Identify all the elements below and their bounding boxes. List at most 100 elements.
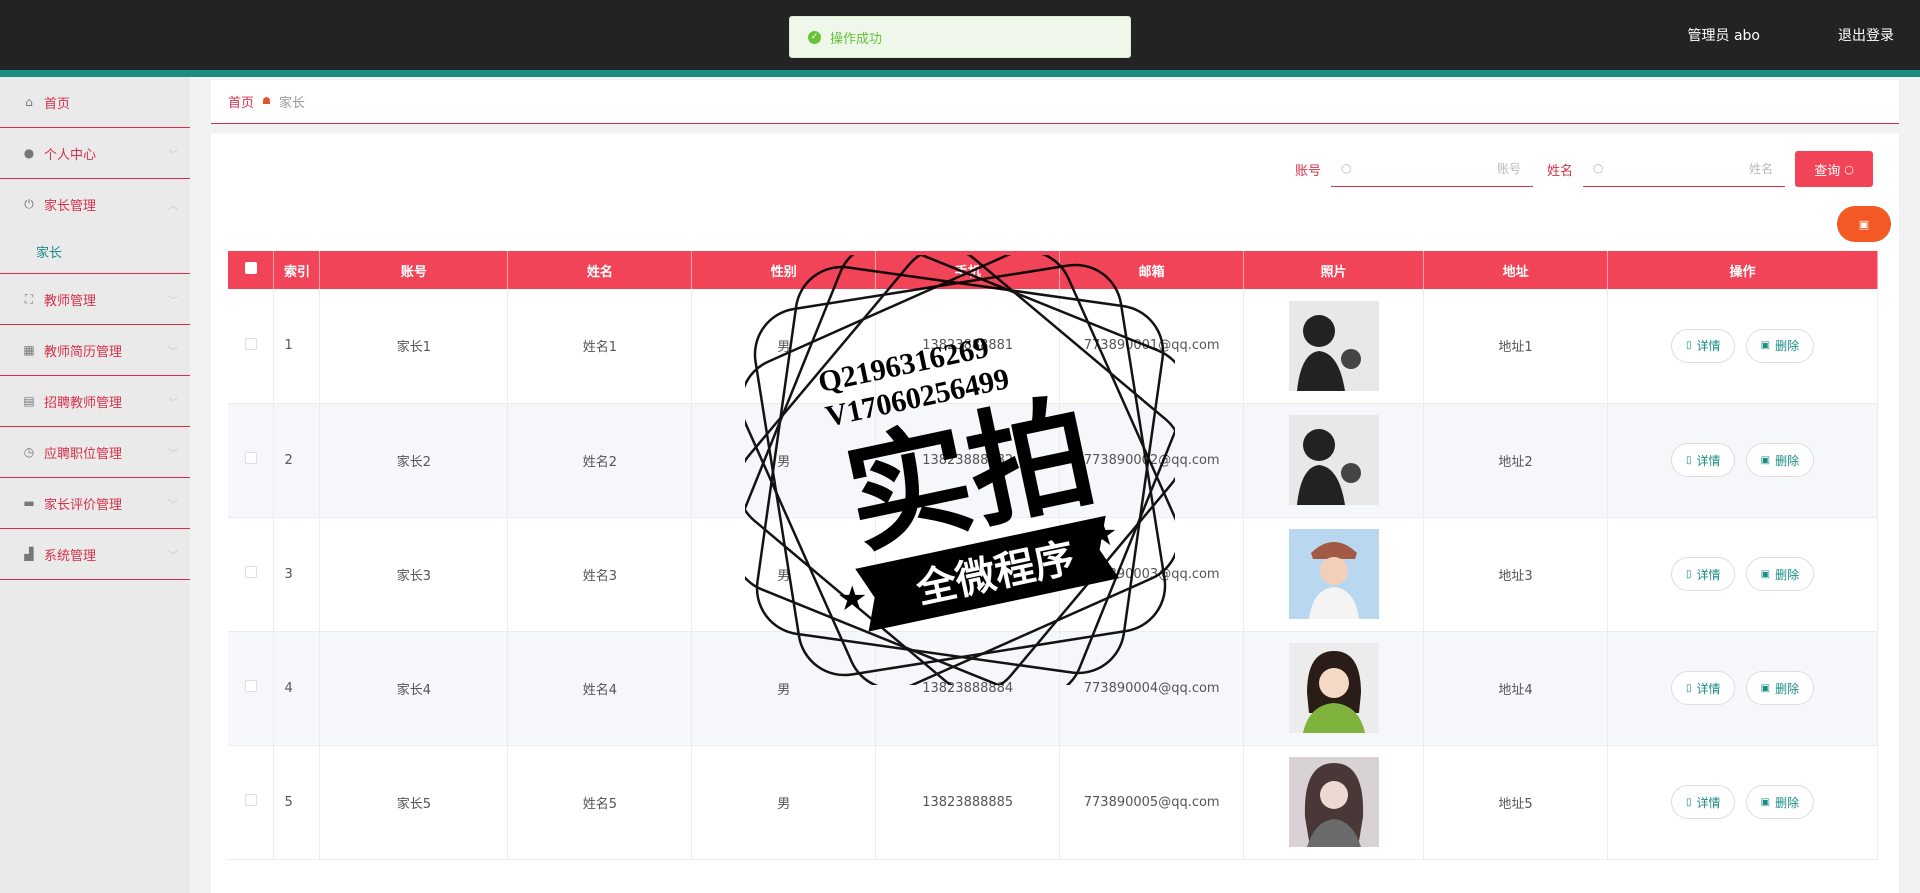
sidebar-item-label: 首页 xyxy=(44,96,71,112)
row-checkbox[interactable] xyxy=(244,452,257,464)
chart-icon: ▤ xyxy=(23,394,35,408)
photo-thumbnail[interactable] xyxy=(1288,415,1379,505)
document-icon: ▯ xyxy=(1685,796,1692,808)
phone-cell: 13823888884 xyxy=(875,631,1061,746)
briefcase-icon: ▬ xyxy=(23,496,35,510)
delete-button[interactable]: ▣ 删除 xyxy=(1745,671,1815,705)
detail-button[interactable]: ▯ 详情 xyxy=(1670,671,1736,705)
gender-cell: 男 xyxy=(691,631,877,746)
name-cell: 姓名1 xyxy=(507,289,693,404)
name-cell: 姓名3 xyxy=(507,517,693,632)
detail-button[interactable]: ▯ 详情 xyxy=(1670,328,1736,363)
name-search-field: ○ xyxy=(1583,151,1785,187)
sidebar-item-label: 应聘职位管理 xyxy=(44,446,123,462)
column-header: 索引 xyxy=(273,251,321,289)
index-cell: 4 xyxy=(273,631,321,746)
sidebar-item-teacher-management[interactable]: ⛶ 教师管理 ﹀ xyxy=(0,274,190,325)
chevron-up-icon: ︿ xyxy=(168,201,178,212)
actions-cell: ▯ 详情 ▣ 删除 xyxy=(1607,403,1878,518)
fullscreen-icon: ⛶ xyxy=(24,291,34,306)
sidebar-subitem-parent[interactable]: 家长 xyxy=(0,230,190,274)
sidebar-item-application-management[interactable]: ◷ 应聘职位管理 ﹀ xyxy=(0,427,190,478)
photo-cell xyxy=(1243,517,1425,632)
detail-button[interactable]: ▯ 详情 xyxy=(1670,785,1736,819)
search-icon: ○ xyxy=(1340,161,1352,175)
detail-button[interactable]: ▯ 详情 xyxy=(1670,443,1736,477)
sidebar-item-recruit-management[interactable]: ▤ 招聘教师管理 ﹀ xyxy=(0,376,190,427)
row-checkbox[interactable] xyxy=(244,680,257,692)
breadcrumb: 首页 ☗ 家长 xyxy=(211,80,1899,124)
document-icon: ▯ xyxy=(1685,682,1692,694)
photo-thumbnail[interactable] xyxy=(1288,300,1379,391)
select-all-cell xyxy=(228,251,275,289)
account-label: 账号 xyxy=(1294,163,1321,179)
sidebar-item-review-management[interactable]: ▬ 家长评价管理 ﹀ xyxy=(0,478,190,529)
power-icon: ⏻ xyxy=(24,197,34,211)
actions-cell: ▯ 详情 ▣ 删除 xyxy=(1607,289,1878,404)
detail-button-label: 详情 xyxy=(1696,681,1721,696)
photo-thumbnail[interactable] xyxy=(1288,757,1379,847)
column-header: 姓名 xyxy=(507,251,693,289)
batch-delete-button[interactable]: ▣ xyxy=(1837,206,1891,242)
account-cell: 家长1 xyxy=(319,289,509,404)
row-checkbox[interactable] xyxy=(244,566,257,578)
delete-button-label: 删除 xyxy=(1775,795,1800,810)
photo-cell xyxy=(1243,289,1425,404)
trash-icon: ▣ xyxy=(1760,454,1771,466)
parent-table: 索引 账号 姓名 性别 手机 邮箱 照片 地址 操作 1 家长1 姓名1 男 1… xyxy=(228,251,1878,860)
search-icon: ○ xyxy=(1844,162,1854,176)
query-button[interactable]: 查询 ○ xyxy=(1795,151,1873,187)
photo-thumbnail[interactable] xyxy=(1288,643,1379,733)
table-row: 1 家长1 姓名1 男 13823888881 773890001@qq.com… xyxy=(228,289,1878,404)
address-cell: 地址5 xyxy=(1423,745,1609,860)
account-search-input[interactable] xyxy=(1330,151,1533,186)
phone-cell: 13823888883 xyxy=(875,517,1061,632)
email-cell: 773890004@qq.com xyxy=(1059,631,1245,746)
email-cell: 773890005@qq.com xyxy=(1059,745,1245,860)
sidebar-item-resume-management[interactable]: ▦ 教师简历管理 ﹀ xyxy=(0,325,190,376)
name-search-input[interactable] xyxy=(1583,151,1785,186)
detail-button-label: 详情 xyxy=(1696,795,1721,810)
delete-button[interactable]: ▣ 删除 xyxy=(1745,557,1815,591)
delete-button[interactable]: ▣ 删除 xyxy=(1745,785,1815,819)
column-header: 手机 xyxy=(875,251,1061,289)
search-bar: 账号 ○ 姓名 ○ 查询 ○ xyxy=(1281,151,1873,187)
delete-button[interactable]: ▣ 删除 xyxy=(1745,443,1815,477)
address-cell: 地址1 xyxy=(1423,289,1609,404)
row-checkbox[interactable] xyxy=(244,794,257,806)
breadcrumb-home[interactable]: 首页 xyxy=(228,92,254,111)
document-icon: ▯ xyxy=(1685,340,1692,352)
account-cell: 家长3 xyxy=(319,517,509,632)
delete-button-label: 删除 xyxy=(1775,339,1800,354)
sidebar-item-system-management[interactable]: ▟ 系统管理 ﹀ xyxy=(0,529,190,580)
table-row: 2 家长2 姓名2 男 13823888882 773890002@qq.com… xyxy=(228,403,1878,518)
column-header: 性别 xyxy=(691,251,877,289)
photo-thumbnail[interactable] xyxy=(1288,529,1379,619)
delete-button[interactable]: ▣ 删除 xyxy=(1745,328,1815,363)
delete-button-label: 删除 xyxy=(1775,567,1800,582)
sidebar-item-home[interactable]: ⌂ 首页 xyxy=(0,77,190,128)
row-select-cell xyxy=(228,631,275,746)
trash-icon: ▣ xyxy=(1760,682,1771,694)
select-all-checkbox[interactable] xyxy=(244,262,257,274)
column-header: 地址 xyxy=(1423,251,1609,289)
sidebar-item-parent-management[interactable]: ⏻ 家长管理 ︿ xyxy=(0,179,190,230)
detail-button[interactable]: ▯ 详情 xyxy=(1670,557,1736,591)
name-cell: 姓名2 xyxy=(507,403,693,518)
trash-icon: ▣ xyxy=(1858,217,1870,231)
column-header: 操作 xyxy=(1607,251,1878,289)
sidebar-item-personal-center[interactable]: ● 个人中心 ﹀ xyxy=(0,128,190,179)
row-select-cell xyxy=(228,289,275,404)
phone-cell: 13823888885 xyxy=(875,745,1061,860)
breadcrumb-separator-icon: ☗ xyxy=(262,96,271,107)
photo-cell xyxy=(1243,631,1425,746)
chevron-down-icon: ﹀ xyxy=(168,550,178,562)
trash-icon: ▣ xyxy=(1760,340,1771,352)
row-checkbox[interactable] xyxy=(244,337,257,350)
toast-message: 操作成功 xyxy=(830,31,883,47)
logout-link[interactable]: 退出登录 xyxy=(1838,25,1894,45)
sidebar: ⌂ 首页 ● 个人中心 ﹀ ⏻ 家长管理 ︿ 家长 ⛶ 教师管理 ﹀ ▦ 教师简… xyxy=(0,77,190,893)
actions-cell: ▯ 详情 ▣ 删除 xyxy=(1607,631,1878,746)
address-cell: 地址4 xyxy=(1423,631,1609,746)
actions-cell: ▯ 详情 ▣ 删除 xyxy=(1607,745,1878,860)
